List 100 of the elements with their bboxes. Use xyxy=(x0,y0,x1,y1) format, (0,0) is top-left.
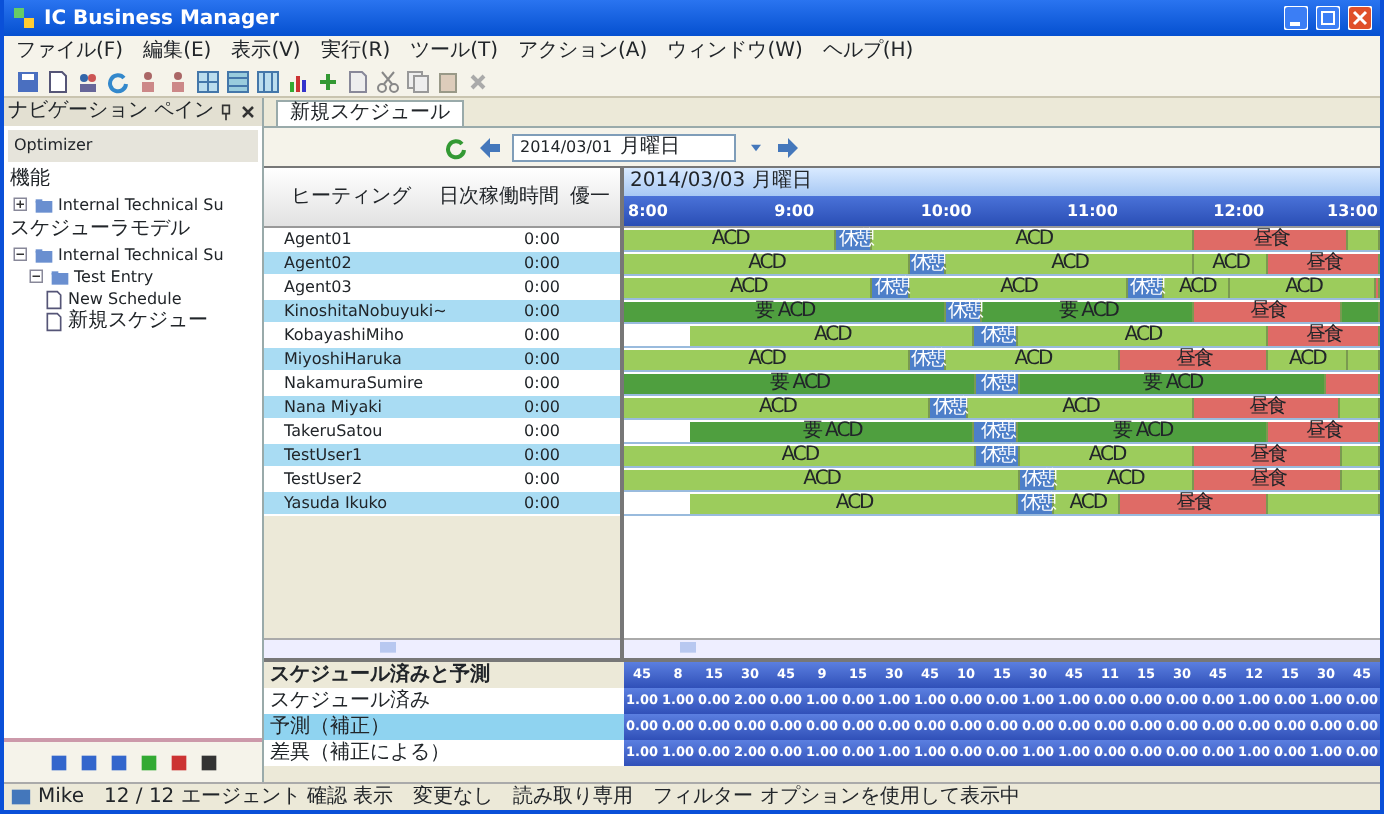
schedule-bar[interactable]: 昼食 xyxy=(1120,350,1268,370)
schedule-bar[interactable]: 要 ACD xyxy=(689,422,975,442)
menu-item[interactable]: 実行(R) xyxy=(320,39,391,63)
status-icon xyxy=(10,786,32,808)
schedule-bar[interactable]: 昼食 xyxy=(1194,230,1349,250)
schedule-bar[interactable]: ACD xyxy=(945,350,1121,370)
maximize-icon[interactable] xyxy=(1316,6,1340,30)
agent-name[interactable]: NakamuraSumire xyxy=(264,371,488,395)
hours-cell-text: 0:00 xyxy=(522,395,562,419)
hours-cell-text: 0:00 xyxy=(522,299,562,323)
agent-name[interactable]: Agent02 xyxy=(264,251,488,275)
cut-icon[interactable] xyxy=(376,69,400,93)
save-icon[interactable] xyxy=(16,69,40,93)
refresh-icon[interactable] xyxy=(444,135,468,159)
tab[interactable]: 新規スケジュール xyxy=(276,100,464,126)
schedule-bar[interactable]: ACD xyxy=(945,254,1194,274)
row-label: スケジュール済み xyxy=(268,689,430,713)
minimize-icon[interactable] xyxy=(1284,6,1308,30)
tree-item[interactable]: Test Entry xyxy=(74,266,154,288)
tree-item[interactable]: 新規スケジュー xyxy=(68,310,208,332)
refresh-icon[interactable] xyxy=(106,69,130,93)
row-label: 予測（補正） xyxy=(268,715,390,739)
collapse-icon[interactable] xyxy=(28,268,46,286)
schedule-bar[interactable]: ACD xyxy=(1230,278,1377,298)
schedule-bar[interactable]: ACD xyxy=(872,230,1195,250)
menu-item[interactable]: ツール(T) xyxy=(410,39,499,63)
schedule-bar[interactable]: ACD xyxy=(624,350,909,370)
schedule-bar[interactable]: 昼食 xyxy=(1193,398,1341,418)
hours-cell-text: 0:00 xyxy=(522,227,562,251)
schedule-bar[interactable]: ACD xyxy=(909,278,1129,298)
schedule-bar[interactable]: ACD xyxy=(1194,254,1268,274)
back-arrow-icon[interactable] xyxy=(478,135,502,159)
agent-name[interactable]: TestUser1 xyxy=(264,443,488,467)
agent-name[interactable]: MiyoshiHaruka xyxy=(264,347,488,371)
hours-cell-text: 0:00 xyxy=(522,443,562,467)
section-header[interactable]: 機能 xyxy=(4,166,56,194)
schedule-bar[interactable]: 昼食 xyxy=(1267,254,1380,274)
schedule-bar[interactable]: ACD xyxy=(624,446,976,466)
agent-name[interactable]: TakeruSatou xyxy=(264,419,488,443)
agent-name[interactable]: KinoshitaNobuyuki~ xyxy=(264,299,488,323)
agent-name[interactable]: Yasuda Ikuko xyxy=(264,491,488,515)
schedule-bar[interactable]: ACD xyxy=(689,326,975,346)
forward-arrow-icon[interactable] xyxy=(776,135,800,159)
schedule-bar[interactable]: 昼食 xyxy=(1267,422,1380,442)
schedule-bar[interactable]: ACD xyxy=(1164,278,1231,298)
schedule-bar[interactable]: ACD xyxy=(624,470,1020,490)
menu-item[interactable]: ウィンドウ(W) xyxy=(667,39,803,63)
schedule-bar[interactable]: 要 ACD xyxy=(1019,374,1327,394)
agent-name[interactable]: Nana Miyaki xyxy=(264,395,488,419)
schedule-bar[interactable]: 昼食 xyxy=(1194,302,1342,322)
tree-item[interactable]: New Schedule xyxy=(68,288,182,310)
schedule-bar[interactable]: 昼食 xyxy=(1120,494,1268,514)
time-label: 9:00 xyxy=(774,200,815,222)
hours-cell-text: 0:00 xyxy=(522,371,562,395)
schedule-bar[interactable]: ACD xyxy=(624,278,873,298)
close-icon[interactable] xyxy=(238,102,258,122)
schedule-bar[interactable]: ACD xyxy=(624,230,837,250)
people-icon[interactable] xyxy=(76,69,100,93)
schedule-bar[interactable]: 昼食 xyxy=(1194,470,1342,490)
schedule-bar[interactable]: 要 ACD xyxy=(982,302,1195,322)
plus-icon[interactable] xyxy=(316,69,340,93)
schedule-bar[interactable]: ACD xyxy=(1054,494,1121,514)
paste-icon[interactable] xyxy=(436,69,460,93)
schedule-bar[interactable]: 昼食 xyxy=(1267,326,1380,346)
schedule-bar[interactable]: ACD xyxy=(1267,350,1348,370)
menu-item[interactable]: 編集(E) xyxy=(143,39,212,63)
menu-item[interactable]: ファイル(F) xyxy=(16,39,124,63)
schedule-bar[interactable]: ACD xyxy=(967,398,1194,418)
menu-item[interactable]: 表示(V) xyxy=(231,39,301,63)
schedule-bar[interactable]: ACD xyxy=(624,254,909,274)
agent-name[interactable]: Agent03 xyxy=(264,275,488,299)
schedule-bar[interactable]: 要 ACD xyxy=(1018,422,1268,442)
schedule-bar[interactable]: ACD xyxy=(1019,446,1195,466)
schedule-bar[interactable]: 要 ACD xyxy=(624,302,947,322)
schedule-bar[interactable]: ACD xyxy=(689,494,1019,514)
menu-item[interactable]: アクション(A) xyxy=(518,39,648,63)
expand-icon[interactable] xyxy=(12,196,30,214)
summary-title: スケジュール済みと予測 xyxy=(268,663,490,687)
collapse-icon[interactable] xyxy=(12,246,30,264)
tree-item[interactable]: Internal Technical Su xyxy=(58,194,224,216)
column-header[interactable]: 日次稼働時間 xyxy=(438,182,561,212)
copy-icon[interactable] xyxy=(406,69,430,93)
column-header[interactable]: 優一 xyxy=(560,182,620,212)
menu-item[interactable]: ヘルプ(H) xyxy=(822,39,914,63)
section-header[interactable]: スケジューラモデル xyxy=(4,216,196,244)
agent-name[interactable]: TestUser2 xyxy=(264,467,488,491)
column-header[interactable]: ヒーティング xyxy=(264,182,439,212)
agent-name[interactable]: Agent01 xyxy=(264,227,488,251)
schedule-bar[interactable]: ACD xyxy=(624,398,931,418)
delete-icon[interactable] xyxy=(466,69,490,93)
schedule-bar[interactable]: ACD xyxy=(1018,326,1268,346)
hours-cell-text: 0:00 xyxy=(522,251,562,275)
date-field[interactable]: 2014/03/01 月曜日 xyxy=(512,133,736,161)
schedule-bar[interactable]: ACD xyxy=(1055,470,1195,490)
hours-cell-text: 0:00 xyxy=(522,419,562,443)
schedule-bar[interactable]: 昼食 xyxy=(1194,446,1342,466)
agent-name[interactable]: KobayashiMiho xyxy=(264,323,488,347)
time-label: 10:00 xyxy=(920,200,972,222)
schedule-bar[interactable]: 要 ACD xyxy=(624,374,976,394)
tree-item[interactable]: Internal Technical Su xyxy=(58,244,224,266)
